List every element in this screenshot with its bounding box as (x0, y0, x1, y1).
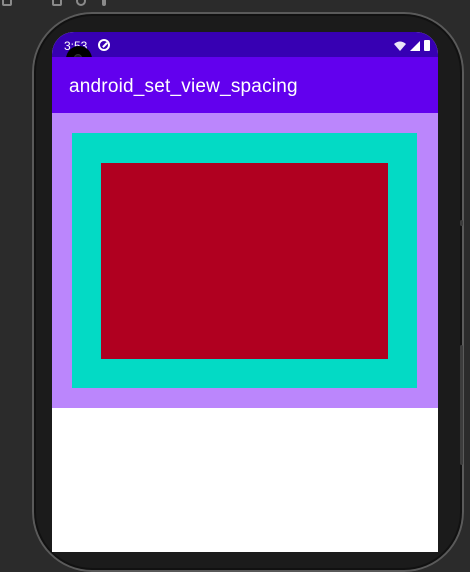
refresh-icon[interactable] (76, 0, 86, 6)
status-bar: 3:53 (52, 32, 438, 57)
app-title: android_set_view_spacing (69, 76, 298, 97)
wifi-icon (394, 41, 406, 51)
volume-button (460, 220, 463, 226)
device-screen: 3:53 android_set_view_spacing (52, 32, 438, 552)
battery-icon (424, 40, 430, 51)
ide-toolbar (0, 0, 470, 8)
inner-content-view (101, 163, 388, 359)
middle-spacing-view (72, 133, 417, 388)
outer-layout-view (52, 113, 438, 408)
toolbar-icon[interactable] (102, 0, 106, 6)
app-bar: android_set_view_spacing (52, 57, 438, 113)
save-icon[interactable] (52, 0, 62, 6)
power-button (460, 345, 463, 465)
status-icons (394, 39, 430, 51)
toolbar-icon[interactable] (2, 0, 12, 6)
app-notification-icon (98, 39, 110, 51)
signal-icon (410, 41, 420, 51)
